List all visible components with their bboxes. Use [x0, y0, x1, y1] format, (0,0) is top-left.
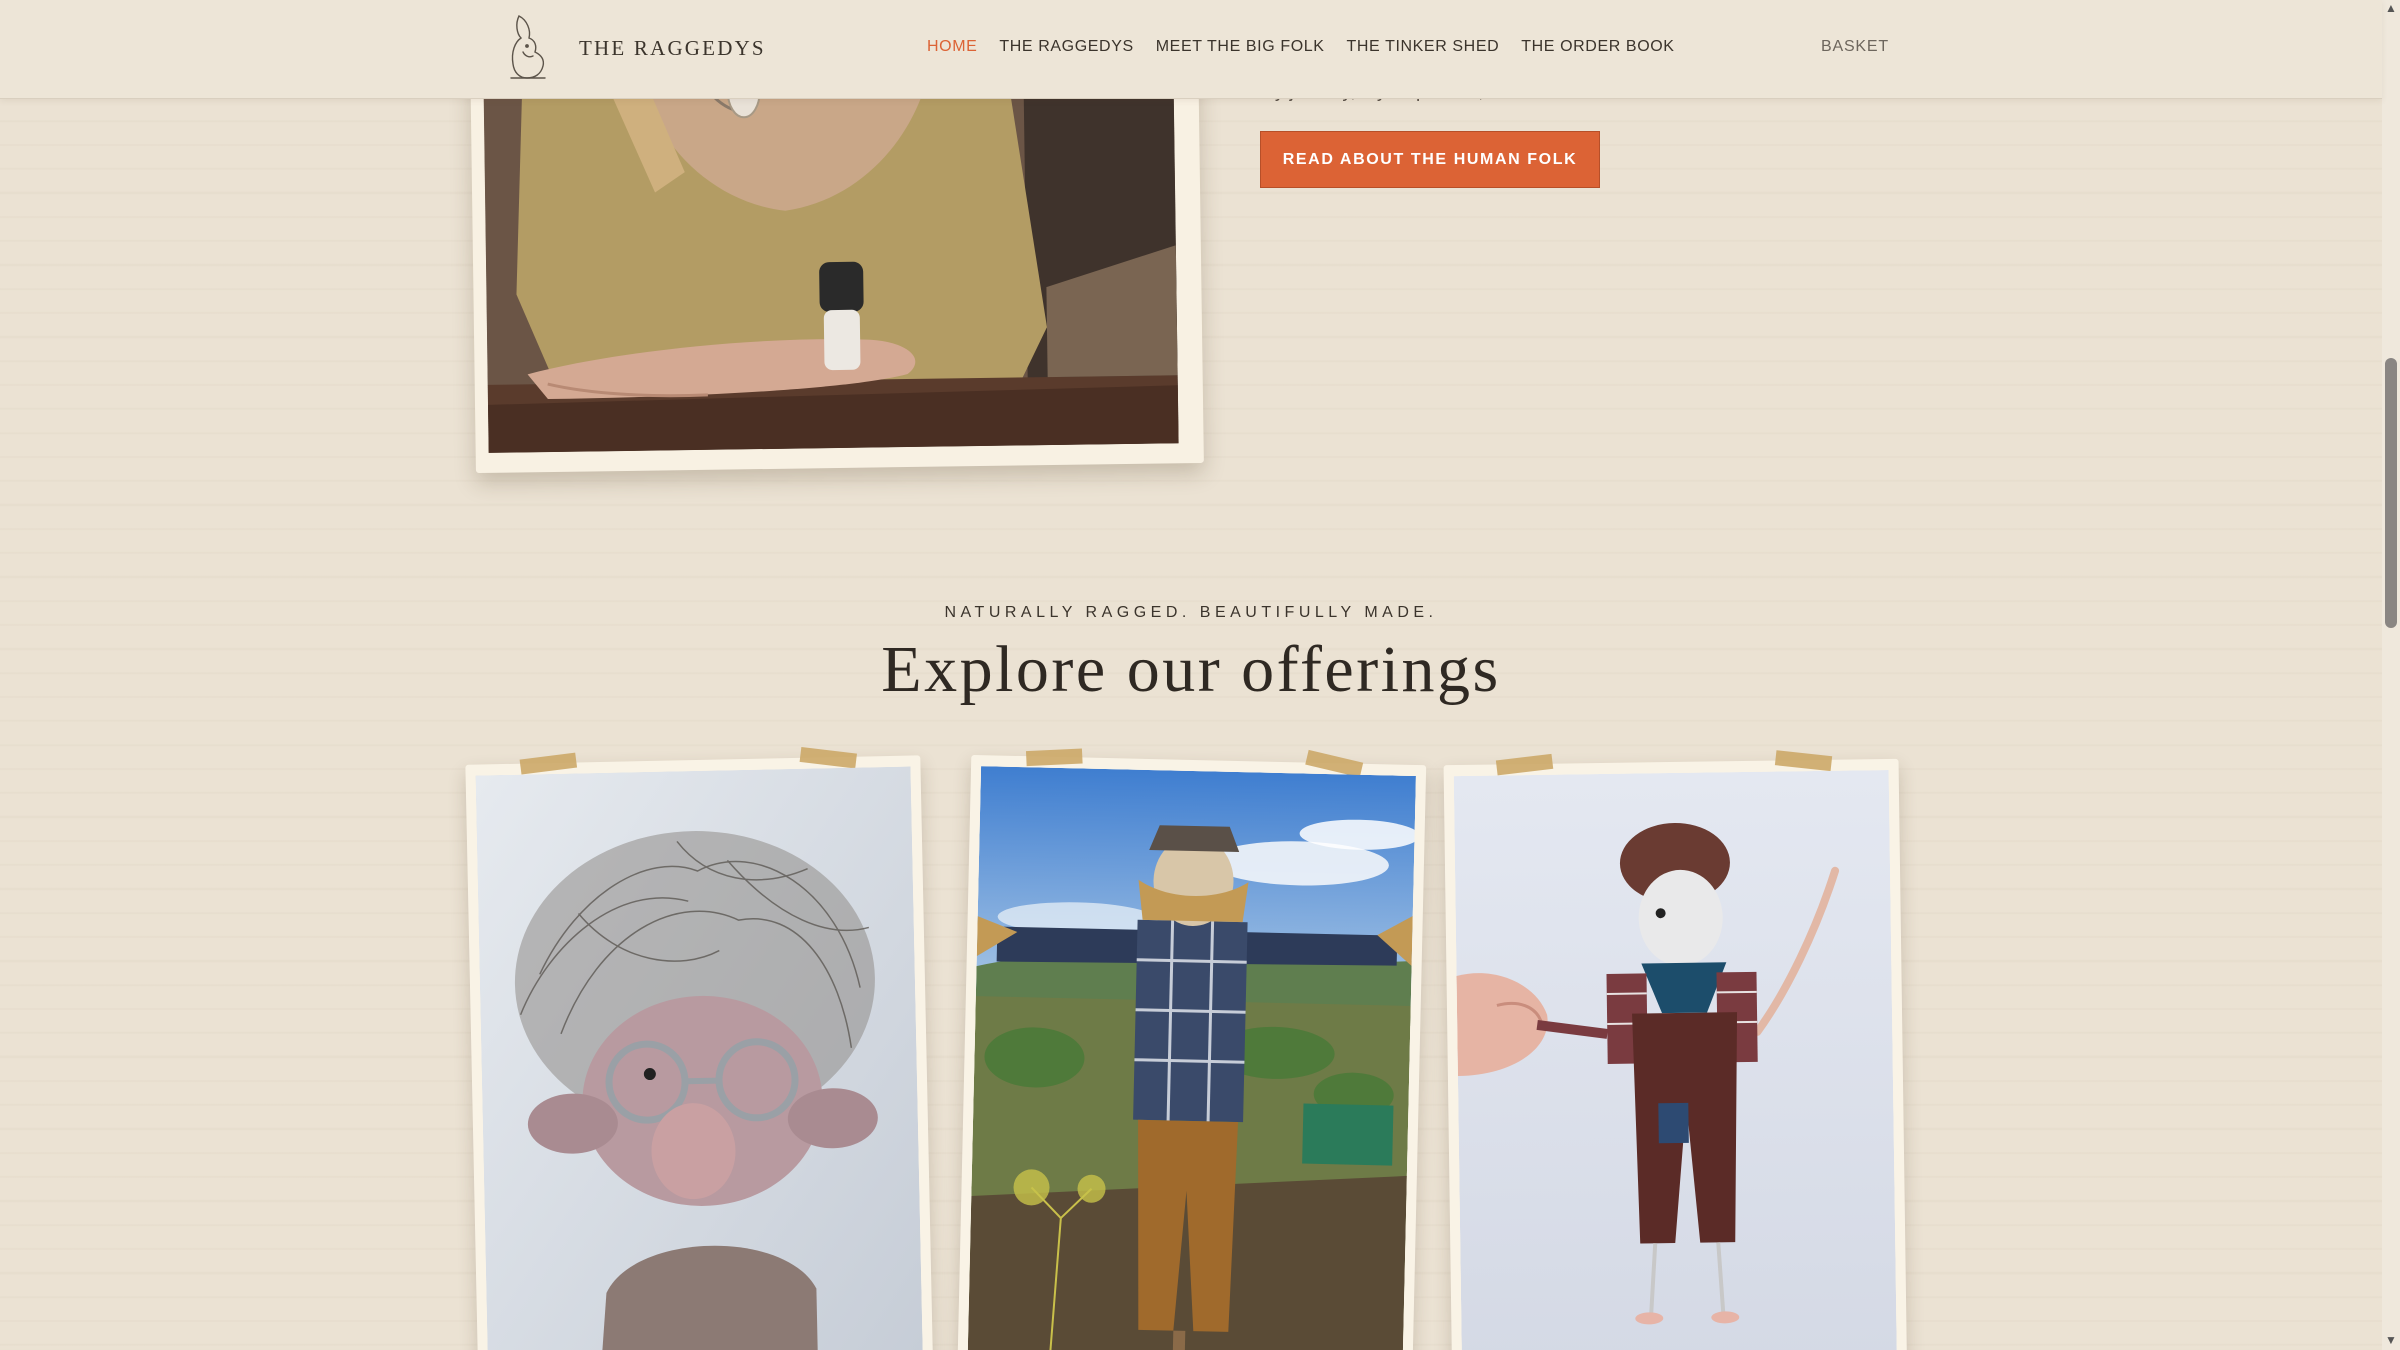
- offering-card-tinker-shed[interactable]: [1443, 750, 1908, 1350]
- site-header: THE RAGGEDYS HOME THE RAGGEDYS MEET THE …: [0, 0, 2382, 99]
- offering-card-raggedy[interactable]: [465, 746, 934, 1350]
- offering-card-big-folk[interactable]: [956, 748, 1427, 1350]
- nav-the-raggedys[interactable]: THE RAGGEDYS: [999, 38, 1133, 56]
- main-navigation: HOME THE RAGGEDYS MEET THE BIG FOLK THE …: [927, 38, 1675, 56]
- tape-strip: [799, 746, 857, 769]
- brand-name: THE RAGGEDYS: [579, 35, 766, 60]
- tape-strip: [1025, 748, 1083, 767]
- basket-link[interactable]: BASKET: [1821, 38, 1889, 56]
- tape-strip: [519, 752, 578, 775]
- offering-image-raggedy-creature: [475, 766, 924, 1350]
- brand-logo-link[interactable]: THE RAGGEDYS: [505, 12, 766, 84]
- tape-strip: [1495, 753, 1554, 776]
- offering-image-scarecrow: [966, 766, 1416, 1350]
- nav-meet-the-big-folk[interactable]: MEET THE BIG FOLK: [1156, 38, 1325, 56]
- scroll-down-icon[interactable]: ▼: [2384, 1333, 2398, 1347]
- rabbit-logo-icon: [505, 12, 549, 84]
- maker-portrait-photo: [483, 45, 1179, 453]
- nav-home[interactable]: HOME: [927, 38, 977, 56]
- read-about-human-folk-button[interactable]: READ ABOUT THE HUMAN FOLK: [1260, 131, 1600, 188]
- about-photo-frame: [470, 44, 1204, 474]
- tape-strip: [1774, 750, 1833, 772]
- scrollbar-thumb[interactable]: [2385, 358, 2397, 628]
- nav-the-tinker-shed[interactable]: THE TINKER SHED: [1347, 38, 1500, 56]
- scroll-up-icon[interactable]: ▲: [2384, 1, 2398, 15]
- nav-the-order-book[interactable]: THE ORDER BOOK: [1521, 38, 1674, 56]
- offerings-eyebrow: NATURALLY RAGGED. BEAUTIFULLY MADE.: [944, 604, 1438, 621]
- offering-image-mouse-doll: [1453, 769, 1898, 1350]
- page-scrollbar[interactable]: ▲ ▼: [2382, 0, 2400, 1350]
- offerings-title: Explore our offerings: [881, 633, 1501, 706]
